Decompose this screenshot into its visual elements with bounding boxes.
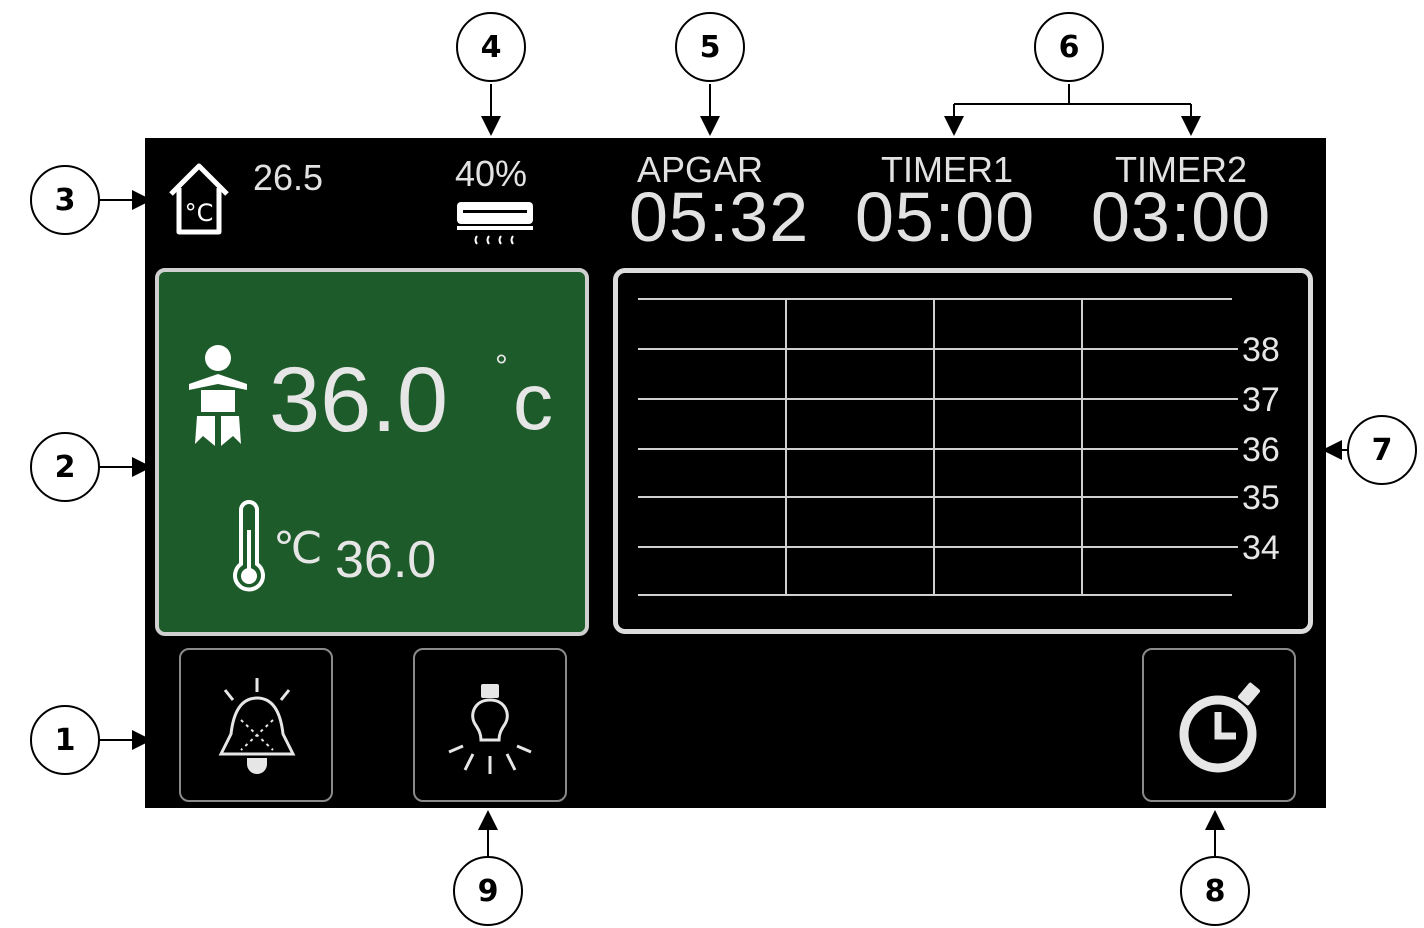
alarm-bell-icon [218,678,296,774]
y-tick-36: 36 [1242,431,1280,469]
callout-2: 2 [30,432,100,502]
trend-graph-grid [638,298,1238,596]
callout-1: 1 [30,705,100,775]
set-temperature-value: 36.0 [335,531,437,589]
baby-temperature-degree: ° [495,348,508,384]
svg-text:°C: °C [185,199,214,227]
alarm-button[interactable] [179,648,333,802]
timer1-value[interactable]: 05:00 [855,182,1035,252]
set-temperature-unit: ℃ [273,524,323,573]
thermometer-icon [233,500,265,592]
callout-7: 7 [1347,415,1417,485]
light-bulb-icon [448,684,532,774]
y-tick-35: 35 [1242,479,1280,517]
y-tick-38: 38 [1242,331,1280,369]
callout-4: 4 [456,12,526,82]
humidifier-icon [457,202,533,245]
baby-temperature-value: 36.0 [269,349,449,451]
humidity-display[interactable]: 40% [445,150,545,250]
y-tick-37: 37 [1242,381,1280,419]
callout-6: 6 [1034,12,1104,82]
temperature-panel[interactable]: 36.0 ° c ℃ 36.0 [155,268,589,636]
humidity-value: 40% [455,153,528,194]
temperature-trend-graph[interactable]: 38 37 36 35 34 [613,268,1313,634]
device-screen: °C 26.5 40% APGAR 05:32 TIMER1 05:00 TIM… [145,138,1326,808]
light-button[interactable] [413,648,567,802]
baby-icon [189,345,247,446]
stopwatch-icon [1179,682,1260,773]
y-tick-34: 34 [1242,529,1280,567]
timer2-value[interactable]: 03:00 [1091,182,1271,252]
ambient-temperature-display[interactable]: °C 26.5 [163,152,353,235]
house-thermometer-icon: °C [169,163,229,235]
apgar-value[interactable]: 05:32 [629,182,809,252]
ambient-temperature-value: 26.5 [253,157,324,198]
callout-5: 5 [675,12,745,82]
baby-temperature-unit: c [513,357,553,446]
timer-button[interactable] [1142,648,1296,802]
callout-8: 8 [1180,856,1250,926]
callout-9: 9 [453,856,523,926]
callout-3: 3 [30,165,100,235]
